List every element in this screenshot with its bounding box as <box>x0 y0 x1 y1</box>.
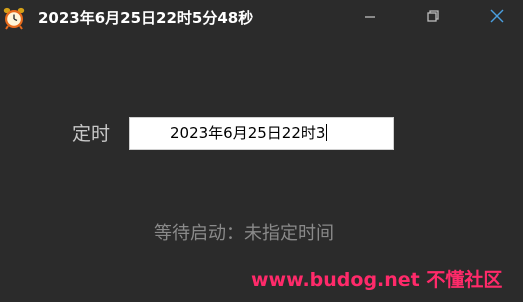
close-button[interactable] <box>482 4 512 30</box>
restore-icon <box>427 10 439 22</box>
window-title: 2023年6月25日22时5分48秒 <box>38 9 254 27</box>
close-icon <box>490 9 504 23</box>
watermark-text: www.budog.net 不懂社区 <box>251 269 503 291</box>
time-input[interactable]: 2023年6月25日22时3 <box>129 117 394 150</box>
title-bar[interactable]: 2023年6月25日22时5分48秒 <box>0 0 523 36</box>
minimize-button[interactable] <box>355 4 385 30</box>
alarm-clock-icon <box>2 6 26 30</box>
text-caret <box>326 124 328 141</box>
app-window: 2023年6月25日22时5分48秒 定时 2023年6月25日22时3 等待启… <box>0 0 523 302</box>
timing-label: 定时 <box>72 123 111 145</box>
minimize-icon <box>365 16 375 18</box>
restore-button[interactable] <box>418 4 448 30</box>
time-input-value: 2023年6月25日22时3 <box>170 124 326 142</box>
status-text: 等待启动：未指定时间 <box>154 223 334 244</box>
